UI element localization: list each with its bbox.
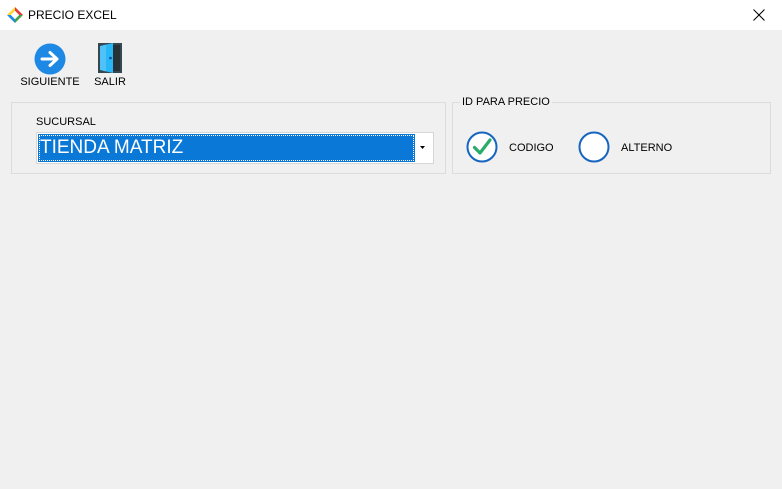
arrow-right-circle-icon [34,43,66,78]
sucursal-group: SUCURSAL TIENDA MATRIZ [11,102,446,174]
empty-circle-icon [578,131,610,168]
window: PRECIO EXCEL SIGUIENTE SALIR SUCURSAL TI… [0,0,782,489]
codigo-label: CODIGO [509,142,554,154]
alterno-option[interactable]: ALTERNO [578,131,673,163]
title-bar: PRECIO EXCEL [0,0,782,30]
salir-button[interactable]: SALIR [92,40,128,90]
check-circle-icon [466,131,498,168]
dropdown-button[interactable] [414,134,432,162]
salir-label: SALIR [94,76,126,88]
siguiente-label: SIGUIENTE [20,76,80,88]
window-title: PRECIO EXCEL [28,8,117,22]
dropdown-arrow-icon [420,146,425,149]
alterno-label: ALTERNO [621,142,673,154]
door-exit-icon [96,42,124,77]
codigo-option[interactable]: CODIGO [466,131,556,163]
sucursal-selected-value: TIENDA MATRIZ [38,134,415,162]
close-icon [753,9,765,21]
sucursal-label: SUCURSAL [36,116,96,128]
app-logo-icon [7,7,23,23]
id-para-precio-group: ID PARA PRECIO CODIGO ALTERNO [452,95,771,174]
sucursal-dropdown[interactable]: TIENDA MATRIZ [36,132,434,164]
siguiente-button[interactable]: SIGUIENTE [20,40,80,90]
id-para-precio-legend: ID PARA PRECIO [460,95,552,109]
close-button[interactable] [736,0,782,30]
